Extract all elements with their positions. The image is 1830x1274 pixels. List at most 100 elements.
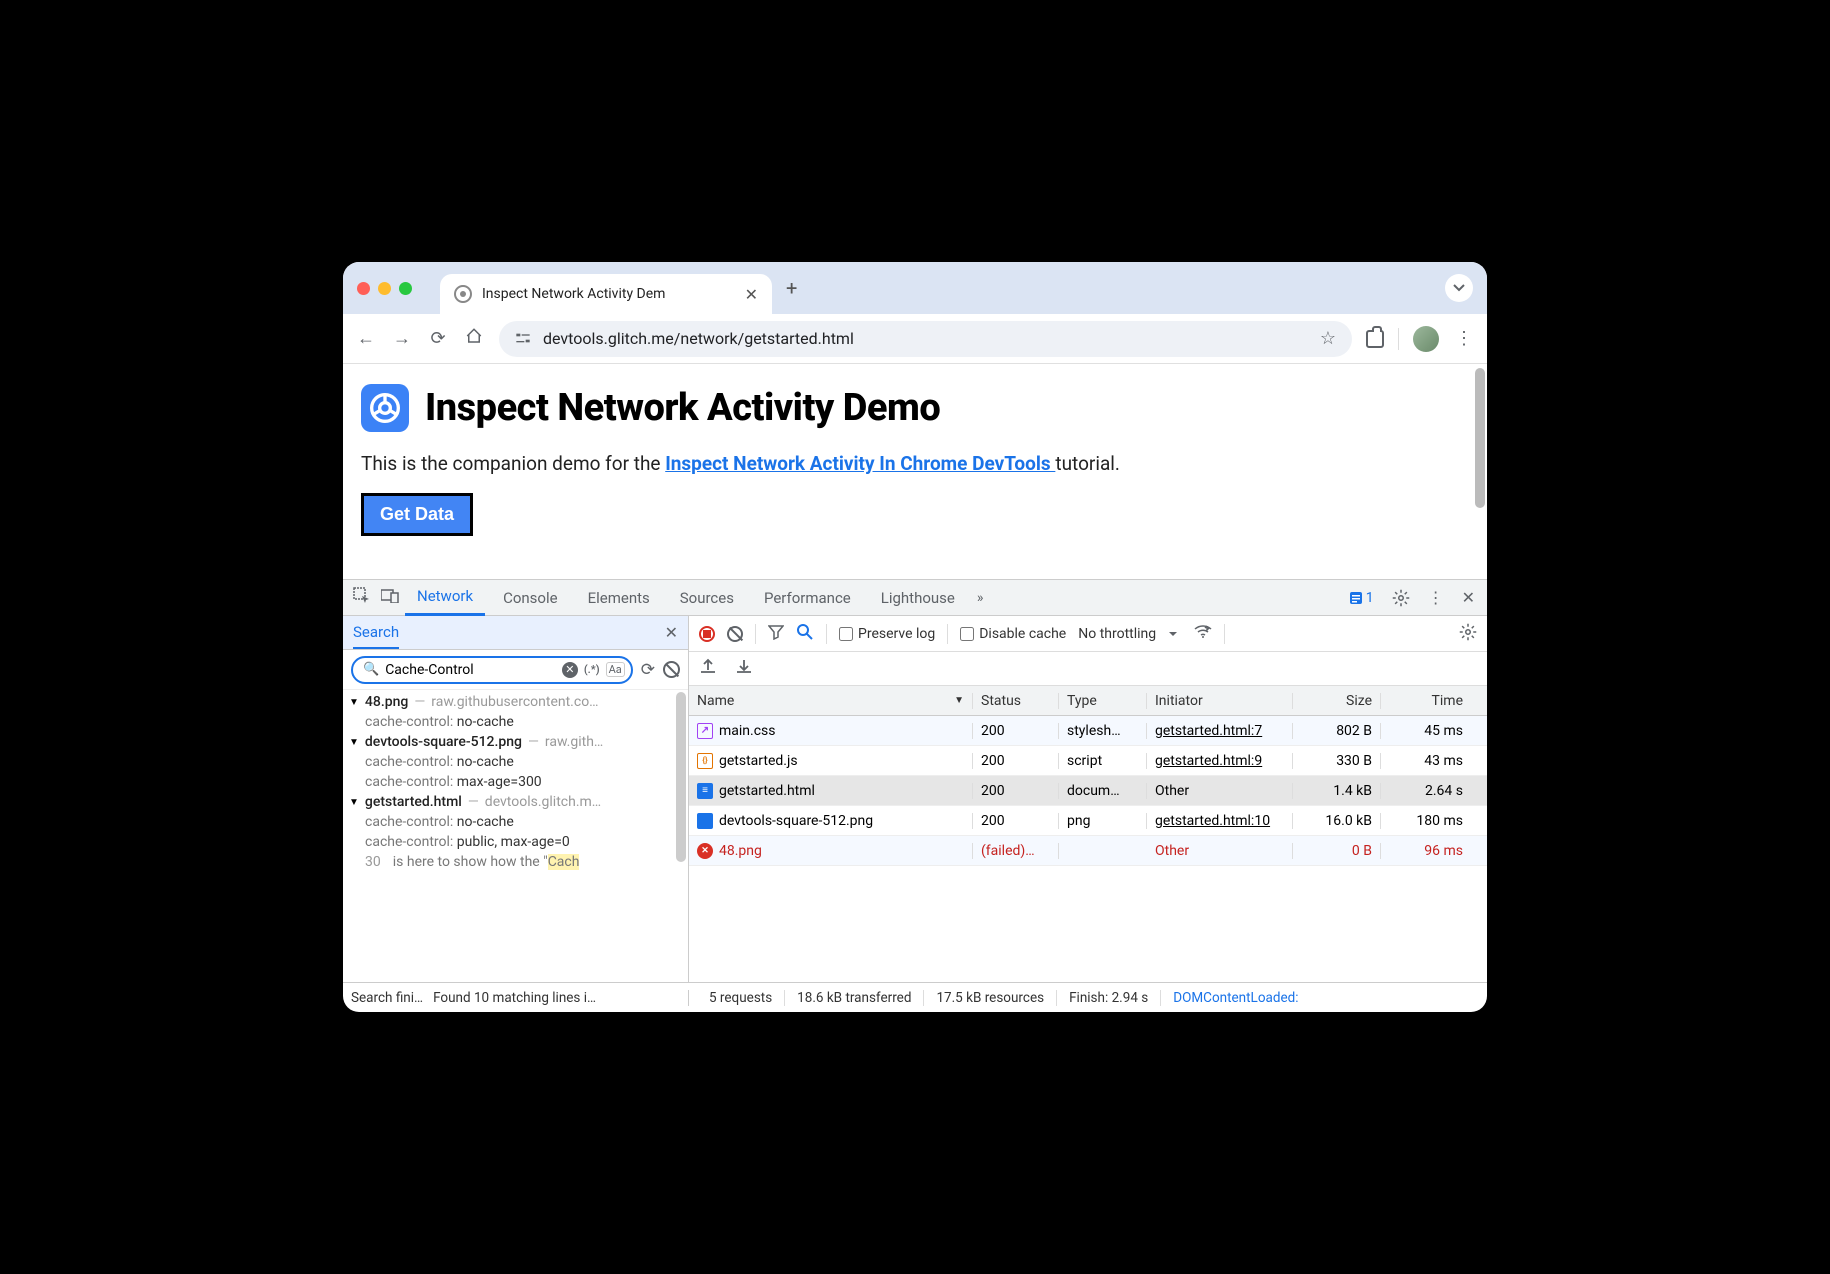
preserve-log-checkbox[interactable]: Preserve log (839, 626, 935, 642)
search-result-line[interactable]: cache-control: no-cache (349, 712, 688, 732)
tab-overflow-button[interactable] (1445, 274, 1473, 302)
network-toolbar-2 (689, 652, 1487, 686)
back-button[interactable]: ← (355, 328, 377, 349)
case-toggle[interactable]: Aa (606, 662, 625, 677)
separator (947, 624, 948, 644)
record-button[interactable] (699, 626, 715, 642)
inspect-element-icon[interactable] (349, 587, 375, 609)
menu-button[interactable]: ⋮ (1453, 328, 1475, 349)
search-panel: Search ✕ 🔍 Cache-Control ✕ (.*) Aa ⟳ (343, 616, 689, 982)
search-result-file[interactable]: ▼devtools-square-512.png — raw.gith… (349, 732, 688, 752)
get-data-button[interactable]: Get Data (361, 493, 473, 536)
tab-elements[interactable]: Elements (576, 580, 662, 616)
regex-toggle[interactable]: (.*) (584, 663, 600, 676)
globe-icon (454, 285, 472, 303)
devtools-tab-bar: Network Console Elements Sources Perform… (343, 580, 1487, 616)
tab-console[interactable]: Console (491, 580, 570, 616)
status-resources: 17.5 kB resources (924, 990, 1057, 1006)
export-har-icon[interactable] (699, 658, 717, 680)
issue-count-label: 1 (1366, 590, 1374, 606)
tab-network[interactable]: Network (405, 580, 485, 616)
clear-log-icon[interactable] (727, 626, 743, 642)
clear-search-icon[interactable]: ✕ (562, 662, 578, 678)
extensions-icon[interactable] (1366, 330, 1384, 348)
reload-button[interactable]: ⟳ (427, 328, 449, 349)
page-content: Inspect Network Activity Demo This is th… (343, 364, 1487, 580)
table-row[interactable]: 48.png (failed)… Other 0 B 96 ms (689, 836, 1487, 866)
filter-icon[interactable] (768, 624, 784, 644)
browser-tab[interactable]: Inspect Network Activity Dem ✕ (440, 274, 772, 314)
table-row[interactable]: getstarted.js 200 script getstarted.html… (689, 746, 1487, 776)
search-tab-label[interactable]: Search (353, 623, 399, 649)
col-size[interactable]: Size (1293, 693, 1381, 709)
table-row[interactable]: getstarted.html 200 docum… Other 1.4 kB … (689, 776, 1487, 806)
disable-cache-label: Disable cache (979, 626, 1066, 642)
page-scrollbar[interactable] (1475, 368, 1485, 508)
search-result-line[interactable]: cache-control: no-cache (349, 752, 688, 772)
address-bar[interactable]: devtools.glitch.me/network/getstarted.ht… (499, 321, 1352, 357)
new-tab-button[interactable]: + (786, 276, 797, 300)
separator (1224, 624, 1225, 644)
settings-icon[interactable] (1386, 589, 1416, 607)
browser-toolbar: ← → ⟳ devtools.glitch.me/network/getstar… (343, 314, 1487, 364)
home-button[interactable] (463, 327, 485, 350)
browser-window: Inspect Network Activity Dem ✕ + ← → ⟳ d… (343, 262, 1487, 1012)
search-value: Cache-Control (385, 662, 556, 678)
network-status: 5 requests 18.6 kB transferred 17.5 kB r… (689, 990, 1487, 1006)
table-row[interactable]: devtools-square-512.png 200 png getstart… (689, 806, 1487, 836)
network-conditions-icon[interactable] (1194, 625, 1212, 643)
disable-cache-checkbox[interactable]: Disable cache (960, 626, 1066, 642)
status-transferred: 18.6 kB transferred (785, 990, 924, 1006)
file-type-icon (697, 783, 713, 799)
minimize-window-button[interactable] (378, 282, 391, 295)
device-toolbar-icon[interactable] (381, 589, 399, 607)
chevron-down-icon[interactable] (1168, 631, 1178, 637)
search-icon: 🔍 (363, 662, 379, 677)
col-initiator[interactable]: Initiator (1147, 693, 1293, 709)
col-type[interactable]: Type (1059, 693, 1147, 709)
close-tab-icon[interactable]: ✕ (745, 285, 758, 304)
search-status-a: Search fini… (351, 990, 423, 1006)
forward-button[interactable]: → (391, 328, 413, 349)
maximize-window-button[interactable] (399, 282, 412, 295)
import-har-icon[interactable] (735, 658, 753, 680)
throttling-select[interactable]: No throttling (1078, 626, 1156, 642)
table-row[interactable]: main.css 200 stylesh… getstarted.html:7 … (689, 716, 1487, 746)
issues-button[interactable]: 1 (1343, 590, 1380, 606)
search-result-line[interactable]: cache-control: no-cache (349, 812, 688, 832)
search-input-row: 🔍 Cache-Control ✕ (.*) Aa ⟳ (343, 650, 688, 690)
tab-lighthouse[interactable]: Lighthouse (869, 580, 967, 616)
search-result-line[interactable]: cache-control: max-age=300 (349, 772, 688, 792)
search-network-icon[interactable] (796, 623, 814, 645)
close-search-icon[interactable]: ✕ (665, 623, 678, 642)
search-panel-header: Search ✕ (343, 616, 688, 650)
network-settings-icon[interactable] (1459, 623, 1477, 645)
search-result-line[interactable]: cache-control: public, max-age=0 (349, 832, 688, 852)
refresh-search-icon[interactable]: ⟳ (641, 660, 655, 680)
close-devtools-icon[interactable]: ✕ (1456, 588, 1481, 607)
search-result-file[interactable]: ▼getstarted.html — devtools.glitch.m… (349, 792, 688, 812)
col-name[interactable]: Name▼ (689, 693, 973, 709)
close-window-button[interactable] (357, 282, 370, 295)
preserve-log-label: Preserve log (858, 626, 935, 642)
tab-sources[interactable]: Sources (668, 580, 746, 616)
devtools-menu-icon[interactable]: ⋮ (1422, 588, 1450, 607)
bookmark-icon[interactable]: ☆ (1320, 328, 1336, 349)
chrome-logo-icon (361, 384, 409, 432)
search-input[interactable]: 🔍 Cache-Control ✕ (.*) Aa (351, 656, 633, 684)
search-result-line[interactable]: 30is here to show how the "Cach (349, 852, 688, 872)
network-table: Name▼ Status Type Initiator Size Time ma… (689, 686, 1487, 982)
more-tabs-icon[interactable]: » (977, 590, 984, 606)
tab-performance[interactable]: Performance (752, 580, 863, 616)
col-status[interactable]: Status (973, 693, 1059, 709)
devtools-panel: Network Console Elements Sources Perform… (343, 580, 1487, 1012)
search-status-b: Found 10 matching lines i… (433, 990, 596, 1006)
profile-avatar[interactable] (1413, 326, 1439, 352)
page-title: Inspect Network Activity Demo (425, 386, 940, 430)
clear-icon[interactable] (663, 661, 680, 678)
search-result-file[interactable]: ▼48.png — raw.githubusercontent.co… (349, 692, 688, 712)
tutorial-link[interactable]: Inspect Network Activity In Chrome DevTo… (665, 452, 1055, 475)
table-header: Name▼ Status Type Initiator Size Time (689, 686, 1487, 716)
col-time[interactable]: Time (1381, 693, 1471, 709)
results-scrollbar[interactable] (676, 692, 686, 862)
